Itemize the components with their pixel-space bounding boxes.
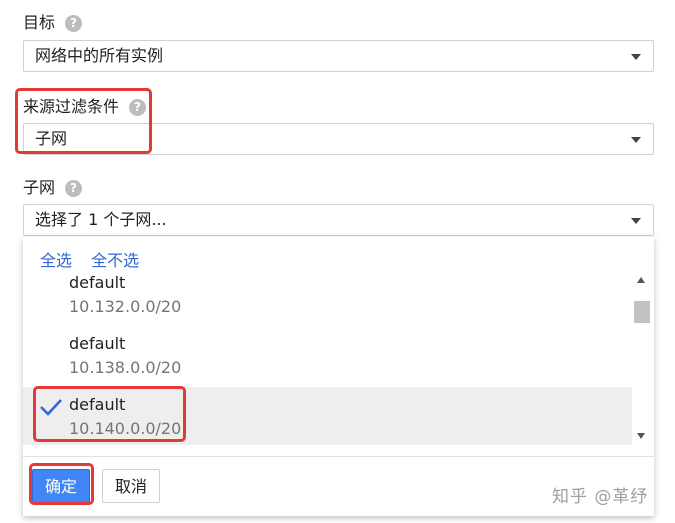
help-icon[interactable]: ? <box>65 14 83 32</box>
source-filter-select[interactable]: 子网 <box>23 123 654 155</box>
help-icon[interactable]: ? <box>65 179 83 197</box>
subnet-list: default 10.132.0.0/20 default 10.138.0.0… <box>23 265 632 445</box>
ok-button[interactable]: 确定 <box>32 469 90 503</box>
subnet-option[interactable]: default 10.132.0.0/20 <box>23 265 632 325</box>
subnet-option-name: default <box>69 334 126 353</box>
target-label: 目标 <box>23 13 56 32</box>
subnet-option-cidr: 10.132.0.0/20 <box>69 297 182 316</box>
subnet-option-cidr: 10.140.0.0/20 <box>69 419 182 438</box>
subnet-option-selected[interactable]: default 10.140.0.0/20 <box>23 387 632 445</box>
footer-divider <box>23 456 654 457</box>
subnet-dropdown-panel: 全选 全不选 default 10.132.0.0/20 default 10.… <box>23 237 654 516</box>
subnet-label-row: 子网 ? <box>23 178 83 198</box>
scroll-thumb[interactable] <box>634 301 650 323</box>
dropdown-arrow-icon <box>631 218 641 224</box>
list-scrollbar[interactable] <box>632 271 652 443</box>
scroll-down-arrow-icon[interactable] <box>637 433 645 439</box>
subnet-option-cidr: 10.138.0.0/20 <box>69 358 182 377</box>
target-label-row: 目标 ? <box>23 13 83 33</box>
source-filter-select-value: 子网 <box>35 129 68 148</box>
cancel-button[interactable]: 取消 <box>102 469 160 503</box>
scroll-up-arrow-icon[interactable] <box>637 277 645 283</box>
checkmark-icon <box>40 399 62 416</box>
target-select[interactable]: 网络中的所有实例 <box>23 40 654 72</box>
subnet-option[interactable]: default 10.138.0.0/20 <box>23 326 632 386</box>
source-filter-label: 来源过滤条件 <box>23 97 120 116</box>
source-filter-label-row: 来源过滤条件 ? <box>23 97 147 117</box>
subnet-select[interactable]: 选择了 1 个子网... <box>23 204 654 236</box>
dropdown-arrow-icon <box>631 137 641 143</box>
subnet-label: 子网 <box>23 178 56 197</box>
subnet-option-name: default <box>69 395 126 414</box>
help-icon[interactable]: ? <box>129 98 147 116</box>
watermark: 知乎 @革纾 <box>552 487 649 507</box>
subnet-select-value: 选择了 1 个子网... <box>35 210 167 229</box>
target-select-value: 网络中的所有实例 <box>35 46 164 65</box>
dropdown-arrow-icon <box>631 54 641 60</box>
subnet-option-name: default <box>69 273 126 292</box>
